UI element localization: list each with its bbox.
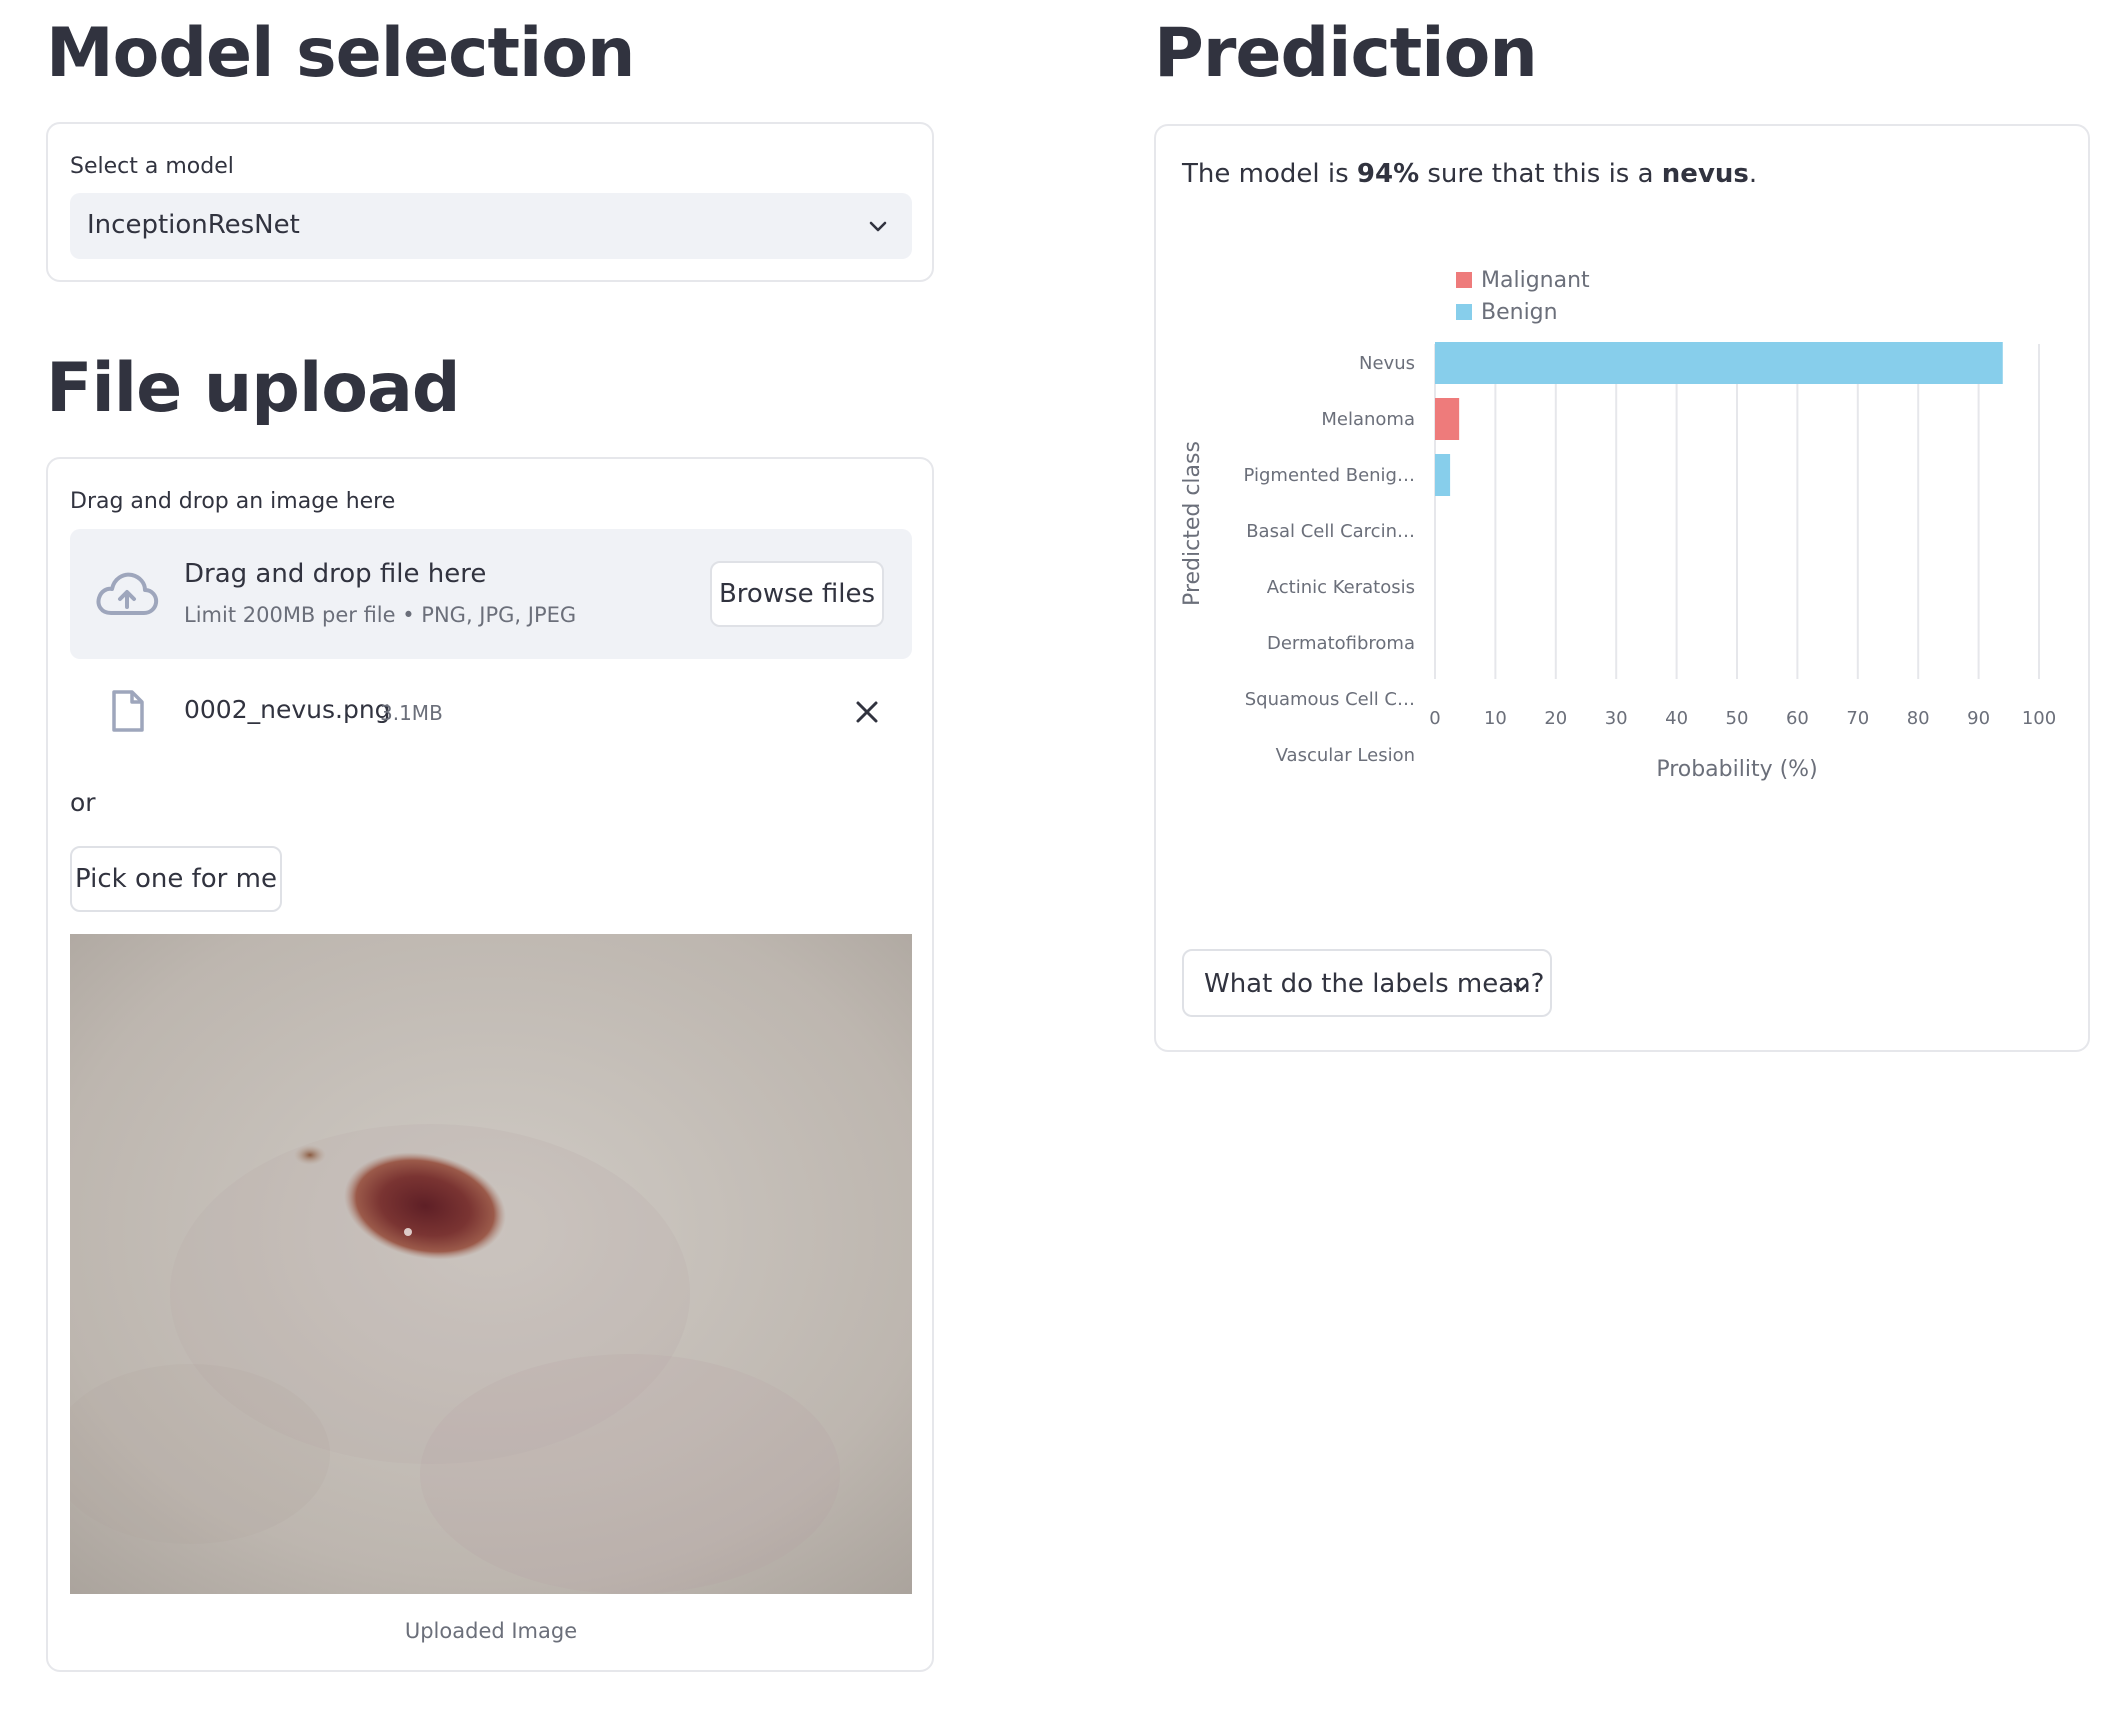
y-tick-label: Squamous Cell C… bbox=[1245, 689, 1415, 710]
legend-label-malignant: Malignant bbox=[1481, 268, 1590, 293]
file-icon bbox=[112, 690, 144, 732]
bar-nevus bbox=[1435, 342, 2003, 384]
prediction-sentence: The model is 94% sure that this is a nev… bbox=[1182, 159, 1757, 189]
selected-model-value: InceptionResNet bbox=[87, 210, 300, 240]
uploaded-file-name: 0002_nevus.png bbox=[184, 695, 391, 724]
bar-melanoma bbox=[1435, 398, 1460, 440]
model-select-card: Select a model InceptionResNet bbox=[46, 122, 934, 282]
prediction-card: The model is 94% sure that this is a nev… bbox=[1154, 124, 2090, 1052]
prediction-prefix: The model is bbox=[1182, 159, 1357, 189]
prediction-heading: Prediction bbox=[1154, 14, 1538, 93]
browse-files-button[interactable]: Browse files bbox=[710, 561, 884, 627]
uploaded-image bbox=[70, 934, 912, 1594]
pick-one-button[interactable]: Pick one for me bbox=[70, 846, 282, 912]
file-upload-card: Drag and drop an image here Drag and dro… bbox=[46, 457, 934, 1672]
confidence-value: 94% bbox=[1356, 159, 1420, 189]
prediction-suffix: . bbox=[1748, 159, 1758, 189]
dropzone-title: Drag and drop file here bbox=[184, 559, 487, 589]
y-axis-title: Predicted class bbox=[1180, 441, 1205, 606]
chevron-down-icon bbox=[1513, 982, 1529, 992]
image-caption: Uploaded Image bbox=[404, 1619, 578, 1643]
y-tick-label: Dermatofibroma bbox=[1267, 633, 1415, 654]
dropzone-limit-text: Limit 200MB per file • PNG, JPG, JPEG bbox=[184, 603, 577, 627]
x-axis-title: Probability (%) bbox=[1656, 757, 1817, 782]
model-selection-heading: Model selection bbox=[46, 14, 635, 93]
labels-meaning-expander[interactable]: What do the labels mean? bbox=[1182, 949, 1552, 1017]
probability-bar-chart: Malignant Benign 0 10 20 30 40 50 60 70 80 90 100 Nev… bbox=[1180, 268, 2056, 782]
prediction-middle: sure that this is a bbox=[1419, 159, 1662, 189]
x-tick-label: 90 bbox=[1967, 708, 1990, 729]
predicted-label: nevus bbox=[1661, 159, 1749, 189]
x-tick-label: 100 bbox=[2022, 708, 2056, 729]
model-select[interactable]: InceptionResNet bbox=[70, 193, 912, 259]
x-tick-label: 20 bbox=[1544, 708, 1567, 729]
dropzone-label: Drag and drop an image here bbox=[70, 489, 396, 514]
y-tick-label: Basal Cell Carcin… bbox=[1246, 521, 1415, 542]
legend-swatch-malignant bbox=[1456, 272, 1472, 288]
y-tick-label: Pigmented Benig… bbox=[1244, 465, 1415, 486]
legend-swatch-benign bbox=[1456, 304, 1472, 320]
legend-label-benign: Benign bbox=[1481, 300, 1558, 325]
y-tick-label: Actinic Keratosis bbox=[1267, 577, 1415, 598]
x-tick-label: 30 bbox=[1605, 708, 1628, 729]
x-tick-label: 40 bbox=[1665, 708, 1688, 729]
cloud-upload-icon bbox=[96, 572, 159, 615]
file-upload-heading: File upload bbox=[46, 349, 461, 428]
or-text: or bbox=[70, 788, 96, 817]
select-model-label: Select a model bbox=[70, 154, 234, 179]
close-icon[interactable] bbox=[850, 695, 884, 729]
x-tick-label: 60 bbox=[1786, 708, 1809, 729]
uploaded-file-size: 3.1MB bbox=[380, 701, 443, 725]
x-tick-label: 0 bbox=[1429, 708, 1440, 729]
file-dropzone[interactable]: Drag and drop file here Limit 200MB per … bbox=[70, 529, 912, 659]
y-tick-label: Nevus bbox=[1359, 353, 1415, 374]
chevron-down-icon bbox=[869, 221, 887, 232]
y-tick-label: Vascular Lesion bbox=[1276, 745, 1415, 766]
x-tick-label: 80 bbox=[1907, 708, 1930, 729]
x-tick-label: 10 bbox=[1484, 708, 1507, 729]
bar-pigmented-benig bbox=[1435, 454, 1451, 496]
x-tick-label: 50 bbox=[1726, 708, 1749, 729]
expander-label: What do the labels mean? bbox=[1204, 969, 1545, 999]
x-tick-label: 70 bbox=[1846, 708, 1869, 729]
y-tick-label: Melanoma bbox=[1321, 409, 1415, 430]
